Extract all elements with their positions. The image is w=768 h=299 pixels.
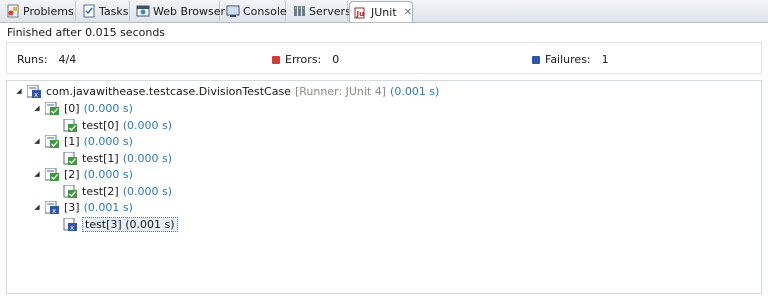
- junit-icon: Ju: [354, 5, 368, 19]
- test-label: test[2]: [82, 184, 119, 198]
- test-failed-icon: x: [63, 217, 78, 232]
- status-text: Finished after 0.015 seconds: [7, 26, 166, 39]
- tasks-icon: [82, 4, 96, 18]
- tab-console[interactable]: Console: [222, 1, 287, 21]
- runs-counter: Runs: 4/4: [17, 53, 76, 66]
- tab-tasks[interactable]: Tasks: [78, 1, 130, 21]
- tree-group-1[interactable]: ◢ [1] (0.000 s): [33, 133, 133, 149]
- tree-group-3[interactable]: ◢ x [3] (0.001 s): [33, 199, 133, 215]
- test-label: test[3]: [85, 217, 122, 231]
- tab-label: Problems: [23, 4, 74, 18]
- group-time: (0.000 s): [83, 167, 133, 181]
- group-label: [0]: [64, 101, 80, 115]
- suite-passed-icon: [44, 134, 60, 148]
- runs-value: 4/4: [58, 53, 77, 66]
- servers-icon: [292, 4, 306, 18]
- tab-label: Servers: [309, 4, 351, 18]
- failures-counter: Failures: 1: [532, 53, 609, 66]
- runner-label: [Runner: JUnit 4]: [294, 84, 387, 98]
- test-passed-icon: [63, 118, 78, 132]
- failures-value: 1: [601, 53, 609, 66]
- suite-passed-icon: [44, 101, 60, 115]
- failures-label: Failures:: [545, 53, 591, 66]
- svg-text:Ju: Ju: [356, 10, 365, 18]
- tab-label: Tasks: [99, 4, 129, 18]
- tree-root-suite[interactable]: ◢ x com.javawithease.testcase.DivisionTe…: [15, 83, 439, 99]
- tree-group-2[interactable]: ◢ [2] (0.000 s): [33, 166, 133, 182]
- expand-icon[interactable]: ◢: [33, 104, 41, 112]
- test-label: test[1]: [82, 151, 119, 165]
- svg-text:x: x: [52, 207, 56, 214]
- test-time: (0.000 s): [122, 151, 173, 165]
- test-time: (0.000 s): [122, 184, 173, 198]
- selected-test-item[interactable]: test[3] (0.001 s): [82, 216, 178, 232]
- failure-icon: [532, 55, 540, 64]
- errors-value: 0: [332, 53, 340, 66]
- tab-servers[interactable]: Servers: [288, 1, 351, 21]
- group-time: (0.000 s): [83, 101, 133, 115]
- tab-problems[interactable]: Problems: [2, 1, 76, 21]
- suite-failed-icon: x: [26, 84, 42, 99]
- tab-web-browser[interactable]: Web Browser: [132, 1, 225, 21]
- errors-counter: Errors: 0: [272, 53, 339, 66]
- expand-icon[interactable]: ◢: [33, 203, 41, 211]
- console-icon: [226, 4, 240, 18]
- svg-text:x: x: [70, 224, 74, 231]
- group-label: [3]: [64, 200, 80, 214]
- expand-icon[interactable]: ◢: [33, 137, 41, 145]
- group-label: [1]: [64, 134, 80, 148]
- suite-name: com.javawithease.testcase.DivisionTestCa…: [46, 84, 291, 98]
- tree-test-3[interactable]: x test[3] (0.001 s): [63, 216, 178, 232]
- svg-text:x: x: [34, 91, 38, 98]
- errors-label: Errors:: [285, 53, 322, 66]
- tab-label: Console: [243, 4, 287, 18]
- tab-label: JUnit: [371, 5, 397, 19]
- expand-icon[interactable]: ◢: [33, 170, 41, 178]
- test-time: (0.001 s): [125, 217, 175, 231]
- test-passed-icon: [63, 151, 78, 165]
- suite-passed-icon: [44, 167, 60, 181]
- tree-test-1[interactable]: test[1] (0.000 s): [63, 150, 172, 166]
- close-icon[interactable]: ✕: [404, 7, 412, 18]
- tree-test-2[interactable]: test[2] (0.000 s): [63, 183, 172, 199]
- web-browser-icon: [136, 4, 150, 18]
- runs-label: Runs:: [17, 53, 48, 66]
- test-tree[interactable]: ◢ x com.javawithease.testcase.DivisionTe…: [6, 80, 762, 294]
- problems-icon: [6, 4, 20, 18]
- view-tab-bar: Problems Tasks Web Browser Console Serve…: [0, 0, 768, 23]
- group-time: (0.000 s): [83, 134, 133, 148]
- group-label: [2]: [64, 167, 80, 181]
- expand-icon[interactable]: ◢: [15, 87, 23, 95]
- suite-time: (0.001 s): [390, 84, 440, 98]
- tree-group-0[interactable]: ◢ [0] (0.000 s): [33, 100, 133, 116]
- suite-failed-icon: x: [44, 200, 60, 215]
- tab-junit[interactable]: Ju JUnit ✕: [349, 1, 413, 22]
- test-passed-icon: [63, 184, 78, 198]
- test-label: test[0]: [82, 118, 119, 132]
- group-time: (0.001 s): [83, 200, 133, 214]
- counter-panel: Runs: 4/4 Errors: 0 Failures: 1: [6, 42, 762, 74]
- tab-label: Web Browser: [153, 4, 226, 18]
- error-icon: [272, 55, 280, 64]
- tree-test-0[interactable]: test[0] (0.000 s): [63, 117, 172, 133]
- test-time: (0.000 s): [122, 118, 173, 132]
